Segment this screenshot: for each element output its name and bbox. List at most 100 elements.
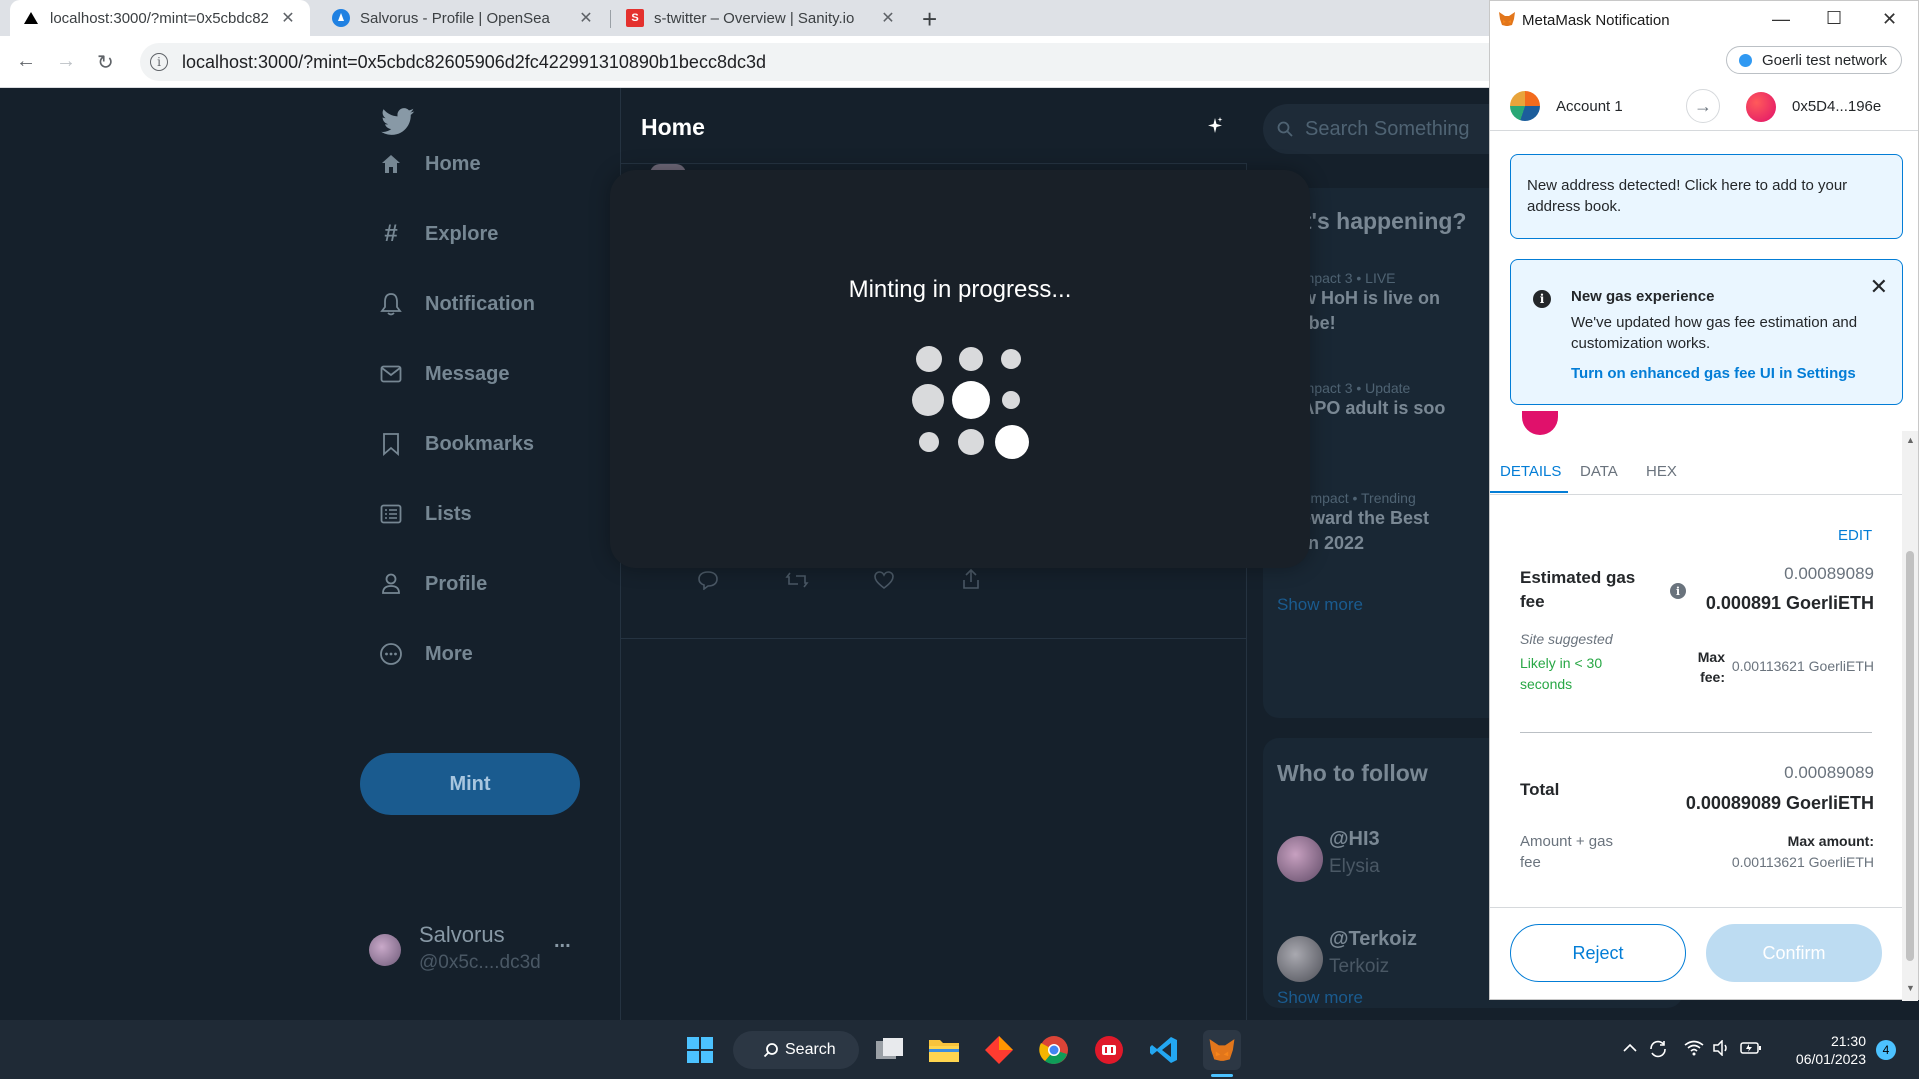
app-red-icon[interactable] xyxy=(1093,1034,1125,1066)
sidebar-item-bookmarks[interactable]: Bookmarks xyxy=(379,432,534,456)
file-explorer-icon[interactable] xyxy=(928,1034,960,1066)
sidebar-item-notification[interactable]: Notification xyxy=(379,292,535,316)
hash-icon: # xyxy=(384,220,398,247)
scroll-up-icon[interactable]: ▲ xyxy=(1906,435,1915,445)
account-row: Account 1 → 0x5D4...196e xyxy=(1490,85,1918,131)
close-window-icon[interactable]: ✕ xyxy=(1882,9,1897,30)
sidebar-item-lists[interactable]: Lists xyxy=(379,502,472,526)
page-title: Home xyxy=(641,114,705,140)
show-more-link[interactable]: Show more xyxy=(1277,988,1363,1008)
clock[interactable]: 21:30 06/01/2023 xyxy=(1776,1032,1866,1068)
share-icon[interactable] xyxy=(961,568,981,595)
chevron-up-icon[interactable] xyxy=(1622,1040,1638,1061)
mint-button[interactable]: Mint xyxy=(360,753,580,815)
tab-data[interactable]: DATA xyxy=(1580,463,1618,480)
metamask-taskbar-icon[interactable] xyxy=(1203,1030,1241,1070)
modal-title: Minting in progress... xyxy=(848,276,1072,303)
windows-start-icon[interactable] xyxy=(684,1034,716,1066)
spinner-dot xyxy=(958,429,984,455)
sidebar-item-home[interactable]: Home xyxy=(379,152,481,176)
taskbar-search-button[interactable]: Search xyxy=(733,1031,859,1069)
info-icon[interactable]: i xyxy=(1670,583,1686,599)
tab-hex[interactable]: HEX xyxy=(1646,463,1677,480)
active-tab-indicator xyxy=(1490,491,1568,493)
sidebar-item-explore[interactable]: # Explore xyxy=(379,220,499,247)
max-fee-label: Max xyxy=(1697,649,1725,665)
twitter-logo-icon[interactable] xyxy=(381,108,415,141)
show-more-link[interactable]: Show more xyxy=(1277,595,1363,615)
total-sublabel: fee xyxy=(1520,854,1541,871)
retweet-icon[interactable] xyxy=(785,570,809,595)
sidebar-item-label: Explore xyxy=(425,222,499,245)
more-options-icon[interactable]: ... xyxy=(554,930,571,953)
sidebar-item-label: Message xyxy=(425,362,510,385)
close-tab-icon[interactable]: ✕ xyxy=(278,8,298,28)
back-icon[interactable]: ← xyxy=(16,50,36,73)
tab-opensea[interactable]: Salvorus - Profile | OpenSea ✕ xyxy=(320,0,608,36)
account-switcher[interactable]: Salvorus @0x5c....dc3d ... xyxy=(369,918,609,988)
from-account: Account 1 xyxy=(1556,98,1623,115)
avatar xyxy=(369,934,401,966)
follow-title: Who to follow xyxy=(1277,760,1428,786)
minimize-icon[interactable]: — xyxy=(1772,9,1790,30)
spinner-dot xyxy=(959,347,983,371)
volume-icon[interactable] xyxy=(1712,1039,1732,1061)
close-icon[interactable]: ✕ xyxy=(1870,274,1888,300)
tab-label: localhost:3000/?mint=0x5cbdc82 xyxy=(50,9,269,27)
network-dot-icon xyxy=(1738,53,1752,67)
settings-link[interactable]: Turn on enhanced gas fee UI in Settings xyxy=(1571,365,1856,382)
scrollbar[interactable]: ▲ ▼ xyxy=(1902,431,1918,1001)
to-account[interactable]: 0x5D4...196e xyxy=(1792,98,1881,115)
new-address-banner[interactable]: New address detected! Click here to add … xyxy=(1510,154,1903,239)
reload-icon[interactable]: ↻ xyxy=(97,50,114,75)
sidebar-item-profile[interactable]: Profile xyxy=(379,572,487,596)
reply-icon[interactable] xyxy=(697,570,719,595)
window-title: MetaMask Notification xyxy=(1522,12,1670,29)
close-tab-icon[interactable]: ✕ xyxy=(878,8,898,28)
maximize-icon[interactable]: ☐ xyxy=(1826,8,1842,29)
gas-experience-banner: i New gas experience We've updated how g… xyxy=(1510,259,1903,405)
app-diamond-icon[interactable] xyxy=(983,1034,1015,1066)
follow-handle: Elysia xyxy=(1329,856,1380,877)
sidebar: Home # Explore Notification Message Book… xyxy=(355,88,620,1020)
new-tab-icon[interactable]: + xyxy=(922,4,937,35)
chrome-icon[interactable] xyxy=(1038,1034,1070,1066)
close-tab-icon[interactable]: ✕ xyxy=(576,8,596,28)
scrollbar-thumb[interactable] xyxy=(1906,551,1914,961)
sync-icon[interactable] xyxy=(1648,1040,1668,1063)
tab-sanity[interactable]: S s-twitter – Overview | Sanity.io ✕ xyxy=(614,0,910,36)
notification-badge[interactable]: 4 xyxy=(1876,1040,1896,1060)
sidebar-item-more[interactable]: More xyxy=(379,642,473,666)
mail-icon xyxy=(379,362,403,386)
spinner-dot xyxy=(916,346,942,372)
tab-localhost[interactable]: localhost:3000/?mint=0x5cbdc82 ✕ xyxy=(10,0,310,36)
confirm-button[interactable]: Confirm xyxy=(1706,924,1882,982)
spinner-dot xyxy=(1002,391,1020,409)
opensea-icon xyxy=(332,9,350,27)
wifi-icon[interactable] xyxy=(1684,1040,1704,1061)
battery-icon[interactable] xyxy=(1740,1040,1762,1061)
site-suggested: Site suggested xyxy=(1520,631,1613,647)
network-selector[interactable]: Goerli test network xyxy=(1725,46,1902,74)
more-icon xyxy=(379,642,403,666)
sidebar-item-message[interactable]: Message xyxy=(379,362,510,386)
site-info-icon[interactable]: i xyxy=(150,53,168,71)
tab-details[interactable]: DETAILS xyxy=(1500,463,1561,480)
task-view-icon[interactable] xyxy=(874,1034,906,1066)
network-label: Goerli test network xyxy=(1761,51,1887,69)
sparkle-icon[interactable] xyxy=(1206,116,1224,141)
vscode-icon[interactable] xyxy=(1148,1034,1180,1066)
search-icon xyxy=(1277,121,1293,137)
metamask-titlebar: MetaMask Notification — ☐ ✕ xyxy=(1490,1,1918,41)
spinner-dot xyxy=(1001,349,1021,369)
edit-button[interactable]: EDIT xyxy=(1838,527,1872,544)
forward-icon[interactable]: → xyxy=(56,50,76,73)
spinner-dot xyxy=(952,381,990,419)
scroll-down-icon[interactable]: ▼ xyxy=(1906,983,1915,993)
total-secondary: 0.00089089 xyxy=(1784,763,1874,782)
banner-title: New gas experience xyxy=(1571,288,1715,305)
user-handle: @0x5c....dc3d xyxy=(419,952,541,973)
like-icon[interactable] xyxy=(873,570,895,595)
avatar xyxy=(1277,936,1323,982)
reject-button[interactable]: Reject xyxy=(1510,924,1686,982)
